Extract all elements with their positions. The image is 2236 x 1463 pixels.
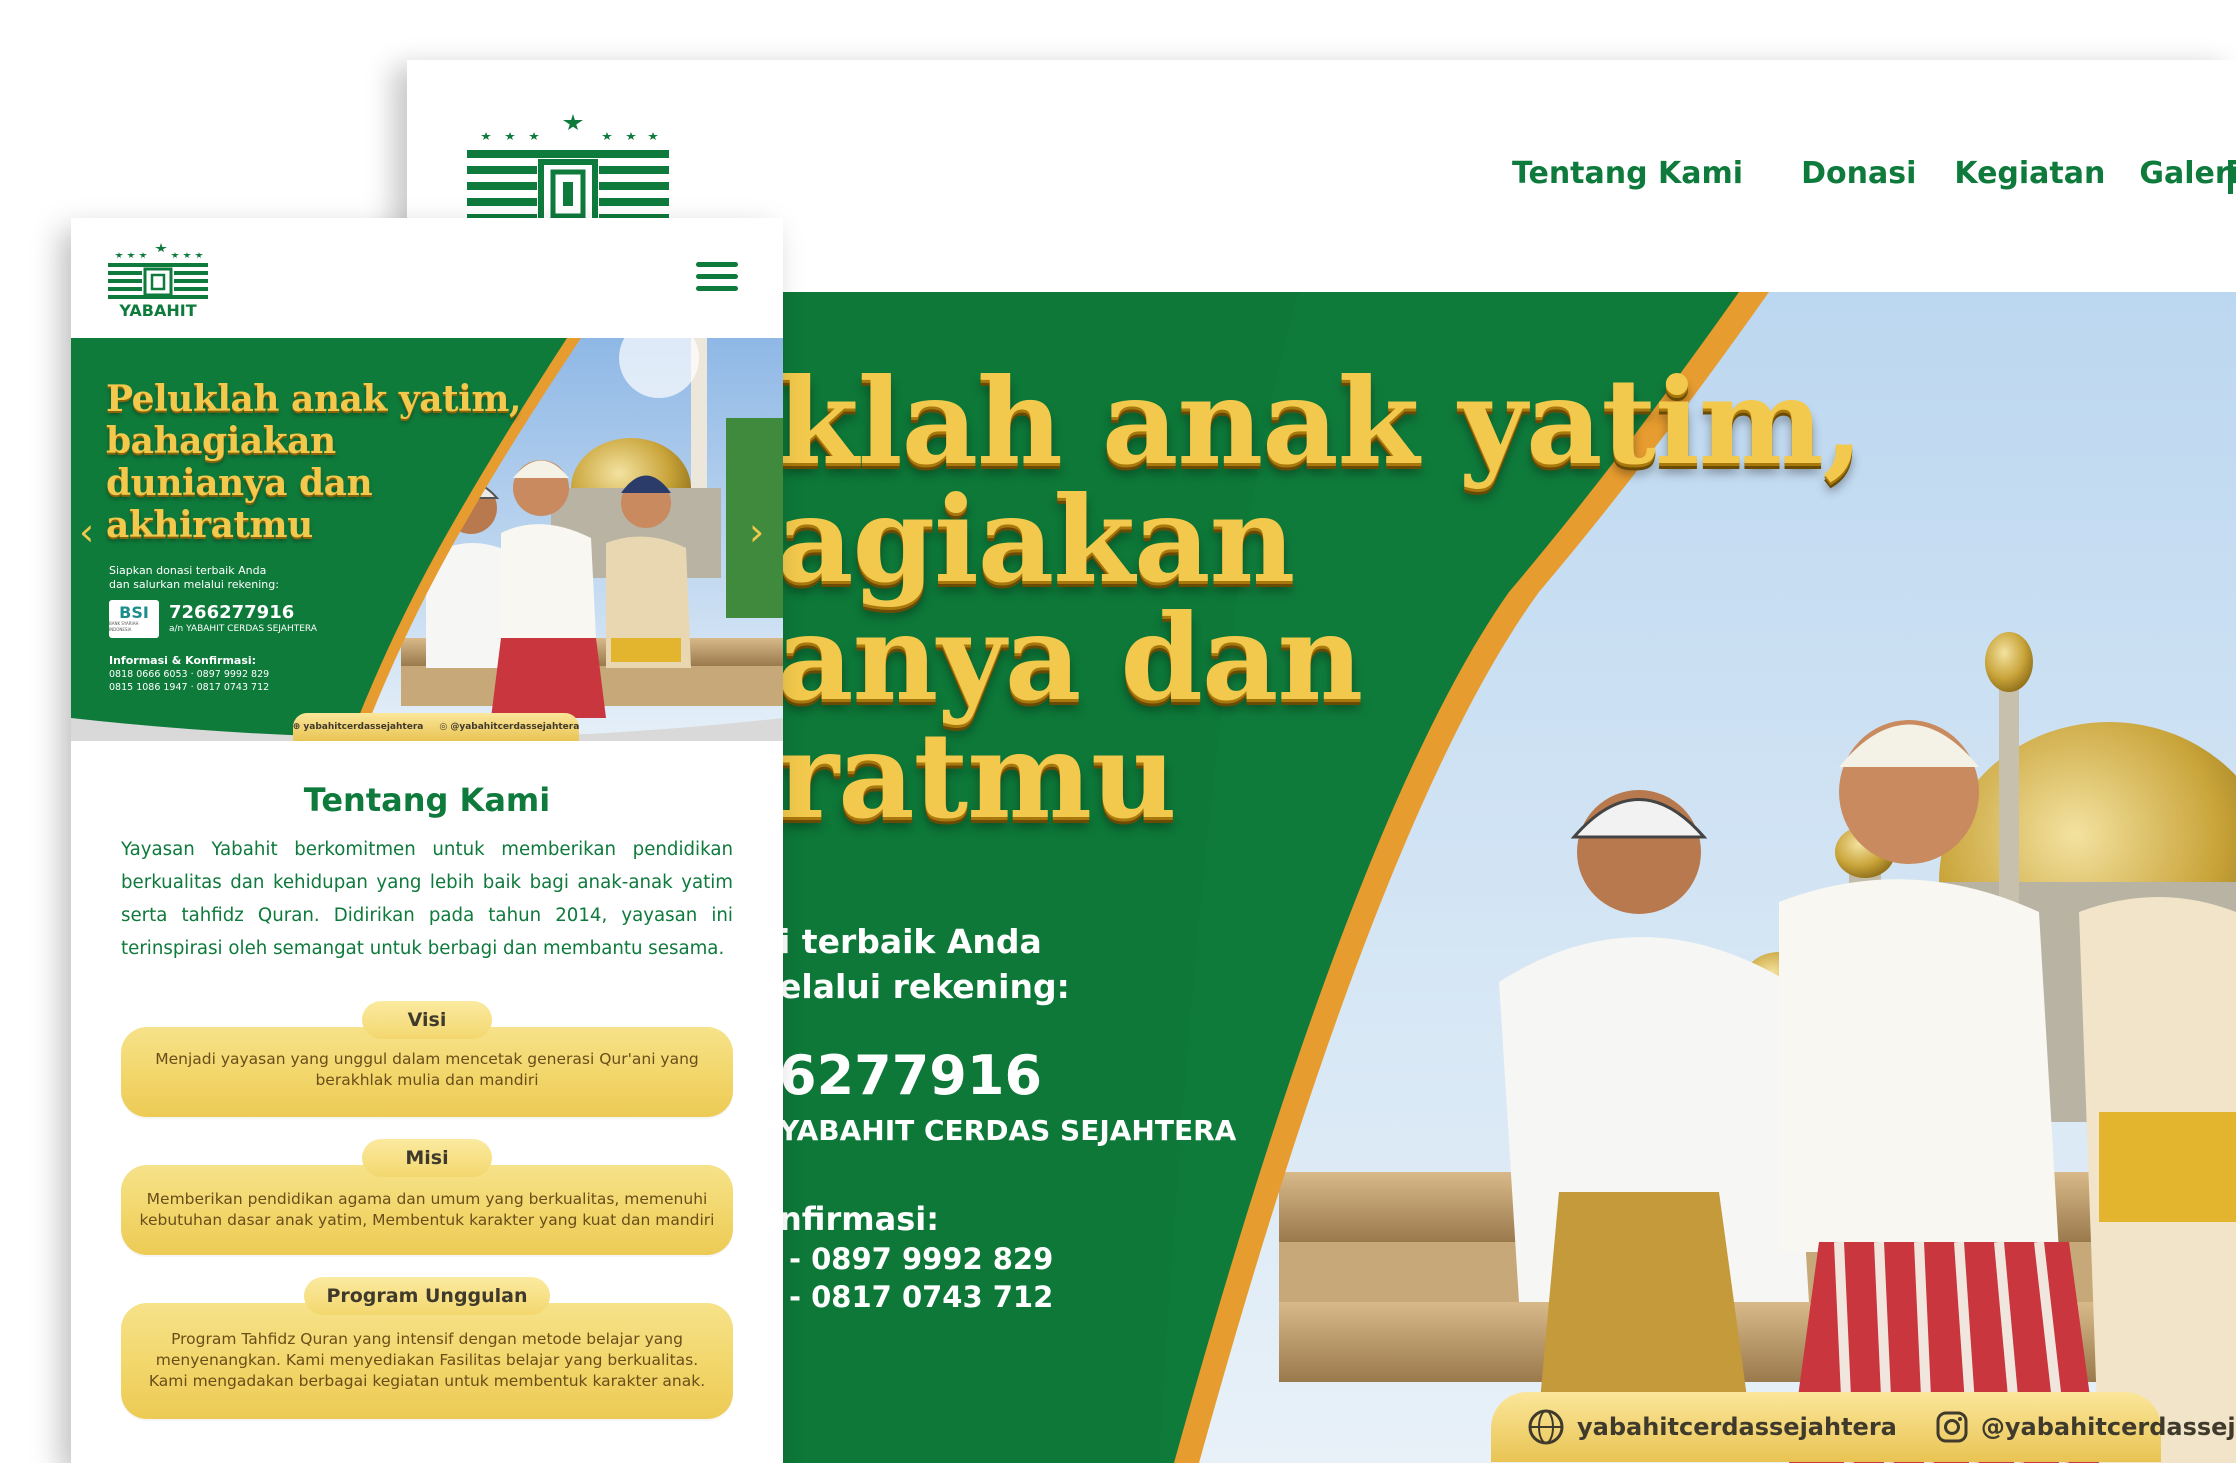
hero-phone-2: - 0817 0743 712 [789, 1280, 1054, 1314]
about-line-1: Yayasan Yabahit berkomitmen untuk member… [121, 839, 733, 860]
instagram-text: @yabahitcerdassejahtera [1980, 1413, 2236, 1441]
nav-kegiatan[interactable]: Kegiatan [1954, 156, 2105, 191]
about-line-4: terinspirasi oleh semangat untuk berbagi… [121, 938, 725, 959]
mobile-phones-1: 0818 0666 6053 · 0897 9992 829 [109, 669, 270, 680]
visi-title: Visi [362, 1001, 492, 1039]
website-link[interactable]: yabahitcerdassejahtera [1527, 1408, 1897, 1446]
mobile-page: YABAHIT Peluklah anak yatim, bahagiakan … [71, 218, 783, 1463]
mobile-confirm-label: Informasi & Konfirmasi: [109, 654, 257, 667]
program-unggulan-title: Program Unggulan [304, 1277, 550, 1315]
yabahit-logo-icon: YABAHIT [108, 243, 208, 318]
hero-headline-4: ratmu [779, 706, 1177, 845]
hero-account-name: YABAHIT CERDAS SEJAHTERA [779, 1114, 1237, 1147]
misi-title: Misi [362, 1139, 492, 1177]
mobile-headline-2: bahagiakan [106, 420, 336, 462]
slider-next-arrow-icon[interactable]: › [749, 513, 764, 551]
mobile-phones-2: 0815 1086 1947 · 0817 0743 712 [109, 682, 270, 693]
instagram-icon [1936, 1411, 1968, 1443]
desktop-hero-banner: klah anak yatim, agiakan anya dan ratmu … [779, 292, 2236, 1463]
slider-prev-arrow-icon[interactable]: ‹ [79, 513, 94, 551]
mobile-instagram-text: @yabahitcerdassejahtera [450, 722, 580, 732]
nav-donasi[interactable]: Donasi [1801, 156, 1916, 191]
program-line-2: menyenangkan. Kami menyediakan Fasilitas… [155, 1351, 699, 1369]
desktop-nav: Tentang Kami Donasi Kegiatan Galeri [1512, 156, 2236, 194]
visi-line-1: Menjadi yayasan yang unggul dalam mencet… [155, 1050, 699, 1068]
program-line-1: Program Tahfidz Quran yang intensif deng… [171, 1330, 683, 1348]
hero-social-bar: yabahitcerdassejahtera @yabahitcerdassej… [1491, 1392, 2236, 1462]
mobile-social-bar: ⊕ yabahitcerdassejahtera ◎ @yabahitcerda… [293, 713, 579, 741]
instagram-link[interactable]: @yabahitcerdassejahtera [1935, 1410, 2236, 1444]
nav-divider [2228, 160, 2233, 194]
mobile-headline-1: Peluklah anak yatim, [106, 378, 522, 420]
mobile-info-2: dan salurkan melalui rekening: [109, 578, 279, 591]
hero-info-2: elalui rekening: [779, 967, 1070, 1006]
about-line-3: serta tahfidz Quran. Didirikan pada tahu… [121, 905, 733, 926]
nav-tentang-kami[interactable]: Tentang Kami [1512, 156, 1743, 191]
bsi-logo-text: BSI [119, 603, 149, 622]
mobile-account-name: a/n YABAHIT CERDAS SEJAHTERA [169, 624, 317, 634]
hero-account-number: 6277916 [779, 1044, 1043, 1107]
logo-wordmark: YABAHIT [118, 301, 196, 318]
nav-galeri[interactable]: Galeri [2139, 156, 2236, 191]
mobile-hero-banner: Peluklah anak yatim, bahagiakan dunianya… [71, 338, 783, 741]
about-title: Tentang Kami [303, 781, 551, 819]
mobile-info-1: Siapkan donasi terbaik Anda [109, 564, 267, 577]
program-line-3: Kami mengadakan berbagai kegiatan untuk … [148, 1372, 706, 1390]
bsi-logo-subtext: BANK SYARIAH INDONESIA [109, 621, 139, 632]
mobile-website-text: yabahitcerdassejahtera [303, 722, 424, 732]
hero-info-1: i terbaik Anda [779, 922, 1042, 961]
globe-icon [1528, 1409, 1564, 1445]
mobile-account-number: 7266277916 [169, 602, 295, 623]
visi-card: Visi Menjadi yayasan yang unggul dalam m… [121, 1001, 733, 1117]
mobile-headline-3: dunianya dan [106, 462, 373, 504]
mobile-website-link[interactable]: ⊕ yabahitcerdassejahtera [293, 722, 424, 732]
mobile-site-logo[interactable]: YABAHIT [107, 238, 209, 318]
misi-line-2: kebutuhan dasar anak yatim, Membentuk ka… [139, 1211, 715, 1229]
showcase-stage: Tentang Kami Donasi Kegiatan Galeri klah… [0, 0, 2236, 1463]
mobile-hero-headline: Peluklah anak yatim, bahagiakan dunianya… [106, 378, 522, 546]
bsi-logo: BSI BANK SYARIAH INDONESIA [109, 600, 159, 638]
mobile-headline-4: akhiratmu [106, 504, 313, 546]
hamburger-menu-button[interactable] [696, 262, 738, 294]
mobile-instagram-link[interactable]: ◎ @yabahitcerdassejahtera [439, 722, 579, 732]
hamburger-icon [696, 262, 738, 267]
visi-line-2: berakhlak mulia dan mandiri [315, 1071, 539, 1089]
hero-phone-1: - 0897 9992 829 [789, 1242, 1054, 1276]
hero-confirm-label: nfirmasi: [779, 1200, 940, 1238]
website-text: yabahitcerdassejahtera [1577, 1413, 1897, 1441]
misi-card: Misi Memberikan pendidikan agama dan umu… [121, 1139, 733, 1255]
program-unggulan-card: Program Unggulan Program Tahfidz Quran y… [121, 1277, 733, 1419]
about-line-2: berkualitas dan kehidupan yang lebih bai… [121, 872, 733, 893]
misi-line-1: Memberikan pendidikan agama dan umum yan… [146, 1190, 708, 1208]
